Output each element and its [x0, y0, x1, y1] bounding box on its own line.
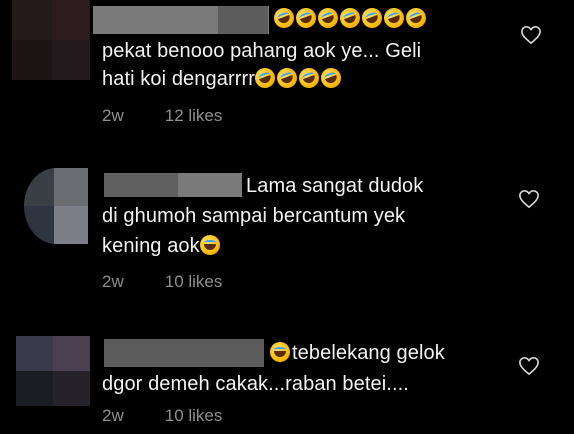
comment-text-line: dgor demeh cakak...raban betei.... — [102, 373, 409, 395]
comment-meta: 2w 10 likes — [102, 406, 222, 426]
rolling-laughing-emoji-icon — [293, 5, 319, 31]
comment-text: tebelekang gelok — [292, 342, 445, 364]
avatar-pixelated[interactable] — [12, 0, 90, 80]
comment-age: 2w — [102, 106, 124, 125]
heart-outline-icon[interactable] — [518, 189, 540, 209]
rolling-laughing-emoji-icon — [318, 65, 344, 91]
emoji-row — [271, 5, 429, 32]
avatar-pixelated[interactable] — [24, 168, 88, 244]
likes-count[interactable]: 10 likes — [165, 406, 223, 426]
rolling-laughing-emoji-icon — [359, 5, 385, 31]
heart-outline-icon[interactable] — [518, 356, 540, 376]
rolling-laughing-emoji-icon — [337, 5, 363, 31]
rolling-laughing-emoji-icon — [381, 5, 407, 31]
comment-text-line-with-emoji: tebelekang gelok — [270, 340, 445, 366]
comment-meta: 2w 12 likes — [102, 106, 222, 126]
comment-age: 2w — [102, 406, 124, 425]
comment-meta: 2w 10 likes — [102, 272, 222, 292]
comment-text: kening aok — [102, 235, 200, 257]
redacted-username-block — [218, 6, 268, 34]
rolling-laughing-emoji-icon — [271, 5, 297, 31]
rolling-laughing-emoji-icon — [274, 65, 300, 91]
redacted-username-block — [178, 173, 242, 197]
comment-text: hati koi dengarrrr — [102, 68, 255, 90]
rolling-laughing-emoji-icon — [403, 5, 429, 31]
comment-age: 2w — [102, 272, 124, 291]
laughing-tears-emoji-icon — [270, 342, 290, 362]
likes-count[interactable]: 10 likes — [165, 272, 223, 292]
rolling-laughing-emoji-icon — [252, 65, 278, 91]
redacted-username[interactable] — [104, 339, 264, 367]
comment-text-line-with-emoji: hati koi dengarrrr — [102, 65, 344, 92]
laughing-tears-emoji-icon — [199, 235, 220, 255]
rolling-laughing-emoji-icon — [315, 5, 341, 31]
comment-text-line: Lama sangat dudok — [246, 175, 424, 197]
comment-text-line-with-emoji: kening aok — [102, 233, 222, 259]
rolling-laughing-emoji-icon — [296, 65, 322, 91]
likes-count[interactable]: 12 likes — [165, 106, 223, 126]
heart-outline-icon[interactable] — [520, 25, 542, 45]
comment-text-line: di ghumoh sampai bercantum yek — [102, 205, 406, 227]
comment-text-line: pekat benooo pahang aok ye... Geli — [102, 40, 422, 62]
avatar-pixelated[interactable] — [16, 336, 90, 406]
